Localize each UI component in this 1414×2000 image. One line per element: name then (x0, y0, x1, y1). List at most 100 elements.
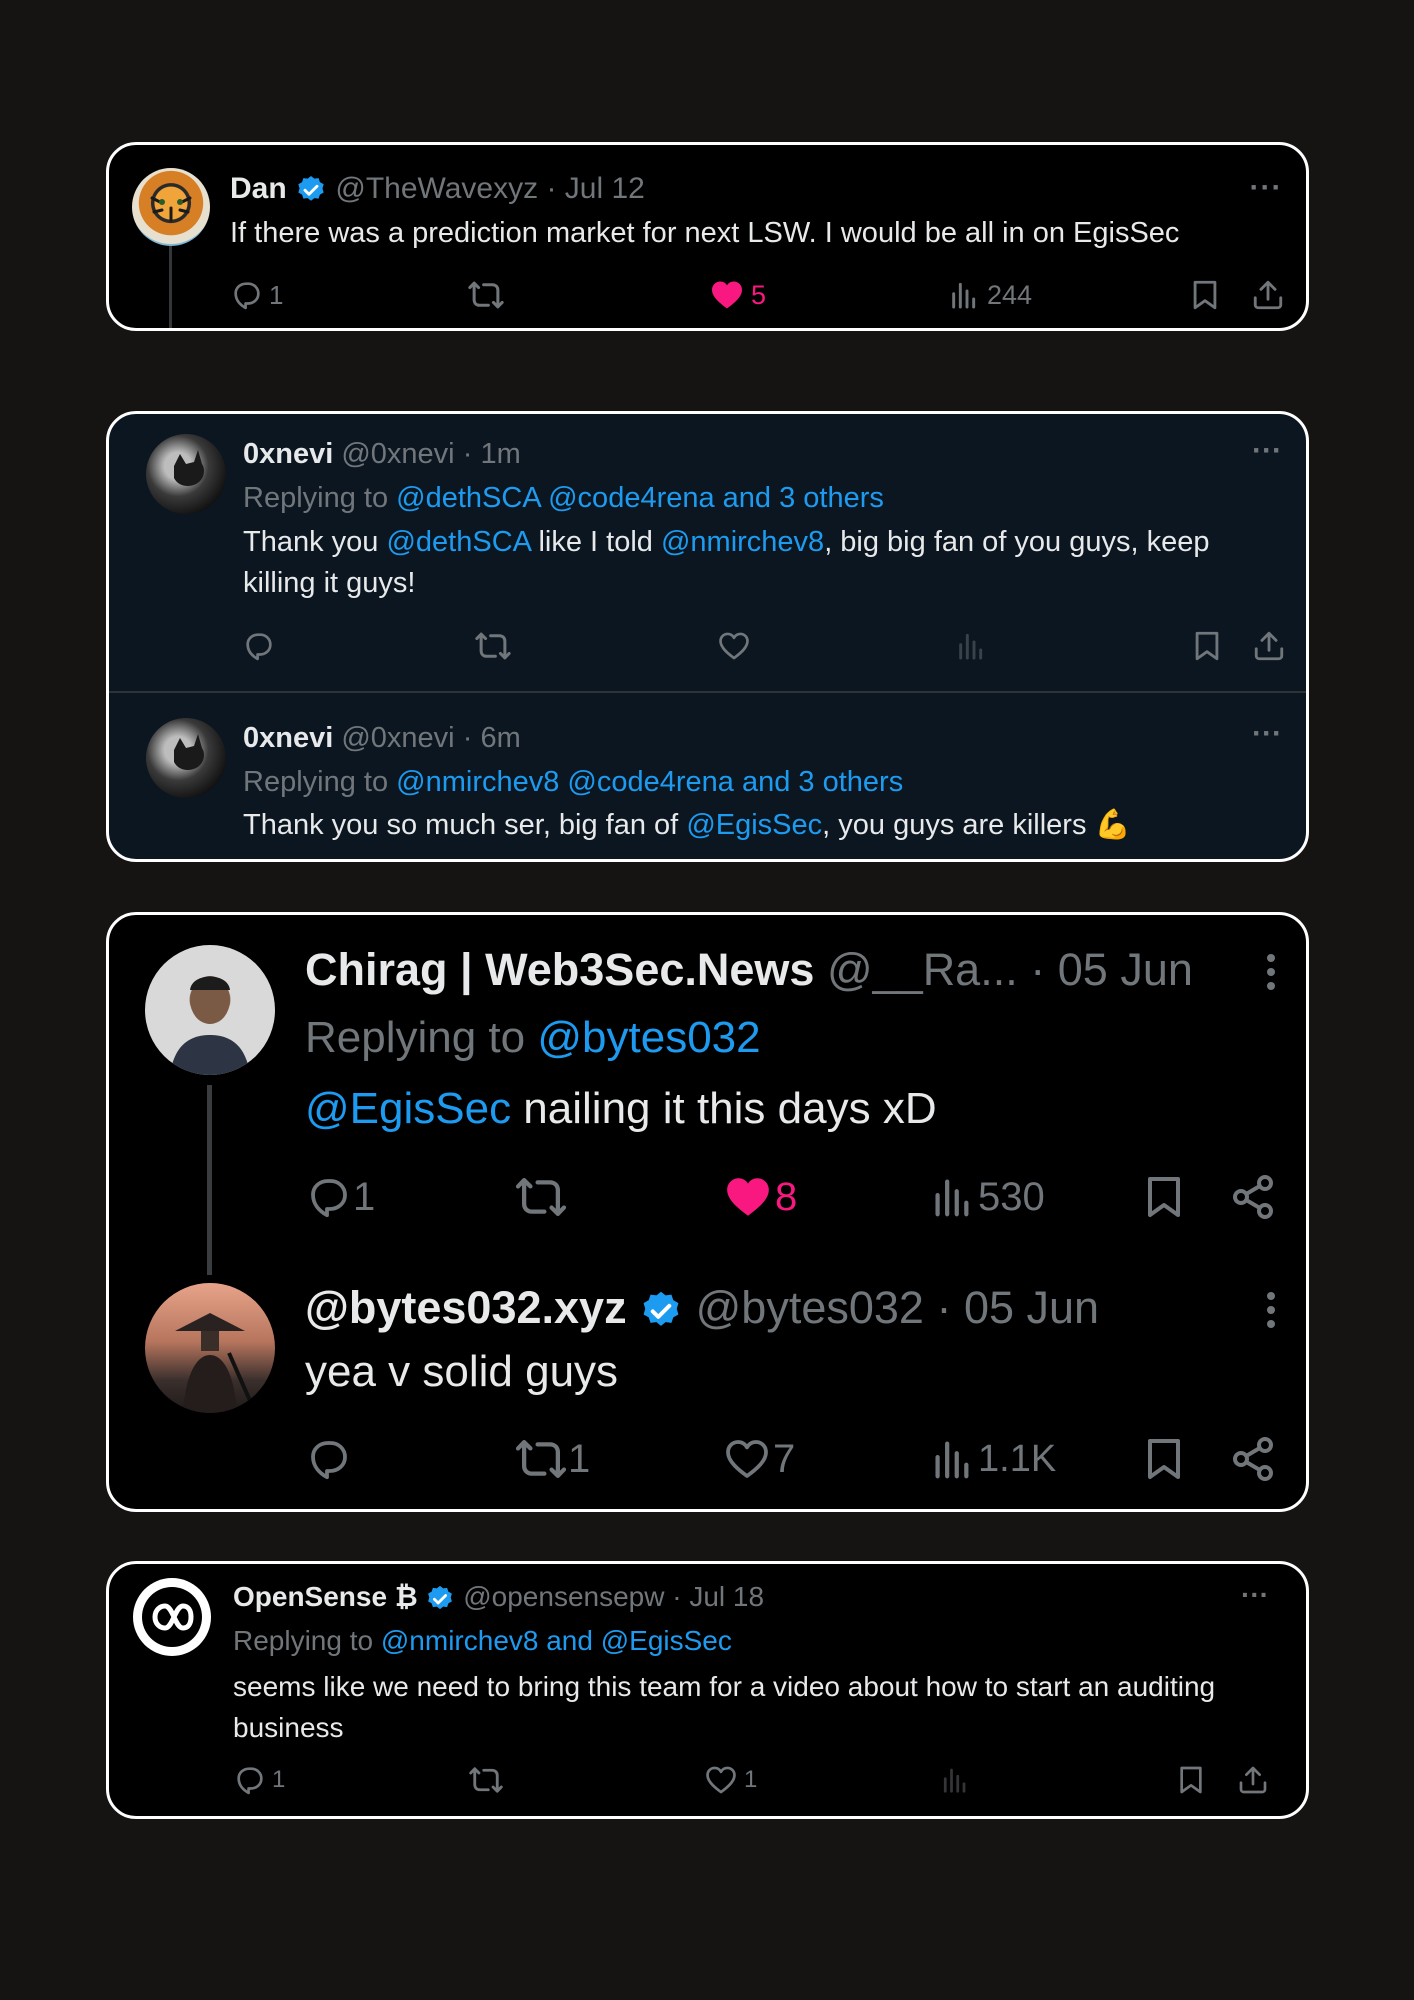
replying-to: Replying to @nmirchev8 @code4rena and 3 … (243, 762, 903, 802)
avatar-opensense[interactable] (133, 1578, 211, 1656)
more-icon[interactable]: ··· (1235, 1579, 1275, 1610)
meta-separator: · (546, 172, 557, 205)
more-icon[interactable]: ··· (1247, 717, 1287, 750)
heart-icon (723, 1435, 771, 1483)
author-name[interactable]: Dan (230, 172, 287, 205)
views-button[interactable] (954, 628, 986, 664)
reply-button[interactable] (242, 628, 276, 664)
opensense-logo-icon (142, 1587, 202, 1647)
replying-targets[interactable]: @nmirchev8 and @EgisSec (381, 1625, 732, 1656)
verified-badge-icon (295, 174, 327, 206)
avatar-0xnevi[interactable] (146, 718, 226, 798)
reply-button[interactable]: 1 (305, 1171, 375, 1223)
reply-button[interactable]: 1 (230, 277, 283, 313)
retweet-button[interactable] (468, 1762, 504, 1798)
tweet-card-0xnevi: 0xnevi @0xnevi · 1m ··· Replying to @det… (106, 411, 1309, 862)
views-icon (928, 1436, 974, 1482)
samurai-icon (175, 1313, 253, 1413)
heart-icon (709, 277, 745, 313)
retweet-button[interactable] (467, 277, 505, 313)
share-upload-icon (1251, 278, 1285, 312)
mention-link[interactable]: @EgisSec (686, 809, 822, 841)
views-button[interactable]: 244 (947, 277, 1032, 313)
bookmark-icon (1188, 278, 1222, 312)
like-button[interactable] (717, 628, 751, 664)
author-handle[interactable]: @0xnevi (341, 722, 454, 754)
views-count: 530 (978, 1174, 1045, 1219)
avatar-tiger[interactable] (132, 168, 210, 246)
replying-prefix: Replying to (233, 1625, 381, 1656)
bookmark-button[interactable] (1175, 1762, 1207, 1798)
mention-link[interactable]: @EgisSec (305, 1084, 511, 1133)
author-handle[interactable]: @bytes032 (696, 1282, 924, 1333)
reply-button[interactable] (305, 1433, 353, 1485)
author-name[interactable]: OpenSense (233, 1581, 387, 1612)
bookmark-icon (1190, 629, 1224, 663)
like-button[interactable]: 5 (709, 277, 766, 313)
like-button[interactable]: 1 (704, 1762, 757, 1798)
author-name[interactable]: 0xnevi (243, 438, 333, 470)
meta-separator: · (672, 1581, 682, 1612)
avatar-chirag[interactable] (145, 945, 275, 1075)
share-button[interactable] (1251, 277, 1285, 313)
heart-icon (723, 1172, 773, 1222)
author-handle[interactable]: @opensensepw (463, 1581, 664, 1612)
reply-icon (305, 1435, 353, 1483)
tweet-header: Dan @TheWavexyz · Jul 12 (230, 169, 645, 209)
views-button[interactable]: 530 (928, 1171, 1045, 1223)
replying-targets[interactable]: @dethSCA @code4rena and 3 others (396, 482, 884, 514)
retweet-button[interactable] (474, 628, 512, 664)
retweet-button[interactable] (514, 1171, 568, 1223)
author-name[interactable]: @bytes032.xyz (305, 1282, 627, 1333)
text-segment: like I told (530, 526, 661, 558)
person-icon (170, 976, 250, 1075)
author-name[interactable]: Chirag | Web3Sec.News (305, 944, 814, 995)
share-button[interactable] (1229, 1171, 1277, 1223)
replying-targets[interactable]: @nmirchev8 @code4rena and 3 others (396, 766, 903, 798)
like-button[interactable]: 7 (723, 1433, 795, 1485)
replying-targets[interactable]: @bytes032 (537, 1013, 760, 1062)
meta-separator: · (462, 722, 473, 754)
avatar-bytes032[interactable] (145, 1283, 275, 1413)
mention-link[interactable]: @nmirchev8 (661, 526, 824, 558)
reply-button[interactable]: 1 (233, 1762, 285, 1798)
like-button[interactable]: 8 (723, 1171, 797, 1223)
tweet-date[interactable]: Jul 18 (689, 1581, 764, 1612)
avatar-0xnevi[interactable] (146, 434, 226, 514)
tweet-time[interactable]: 6m (480, 722, 520, 754)
tweet-date[interactable]: 05 Jun (964, 1282, 1099, 1333)
replying-to: Replying to @bytes032 (305, 1009, 761, 1067)
bookmark-button[interactable] (1188, 277, 1222, 313)
author-name[interactable]: 0xnevi (243, 722, 333, 754)
more-icon[interactable]: ··· (1246, 171, 1286, 204)
tweet-card-dan[interactable]: Dan @TheWavexyz · Jul 12 ··· If there wa… (106, 142, 1309, 331)
share-button[interactable] (1237, 1762, 1269, 1798)
retweet-button[interactable]: 1 (514, 1433, 590, 1485)
replying-prefix: Replying to (305, 1013, 538, 1062)
retweet-icon (474, 627, 512, 665)
mention-link[interactable]: @dethSCA (386, 526, 530, 558)
bookmark-button[interactable] (1190, 628, 1224, 664)
reply-count: 1 (272, 1766, 286, 1793)
more-icon[interactable]: ··· (1247, 434, 1287, 467)
cat-icon (174, 734, 204, 770)
more-vertical-icon[interactable] (1259, 949, 1283, 995)
tweet-time[interactable]: 1m (480, 438, 520, 470)
replying-prefix: Replying to (243, 482, 397, 514)
bookmark-button[interactable] (1140, 1433, 1188, 1485)
author-handle[interactable]: @TheWavexyz (335, 172, 538, 205)
tweet-card-opensense[interactable]: OpenSense ₿ @opensensepw · Jul 18 ··· Re… (106, 1561, 1309, 1819)
heart-icon (717, 629, 751, 663)
views-button[interactable] (939, 1762, 969, 1798)
more-vertical-icon[interactable] (1259, 1287, 1283, 1333)
like-count: 7 (773, 1436, 796, 1481)
author-handle[interactable]: @0xnevi (341, 438, 454, 470)
views-button[interactable]: 1.1K (928, 1433, 1056, 1485)
bookmark-button[interactable] (1140, 1171, 1188, 1223)
tweet-date[interactable]: Jul 12 (565, 172, 645, 205)
tweet-date[interactable]: 05 Jun (1058, 944, 1193, 995)
share-button[interactable] (1229, 1433, 1277, 1485)
author-handle[interactable]: @__Ra... (827, 944, 1018, 995)
share-button[interactable] (1252, 628, 1286, 664)
retweet-icon (467, 276, 505, 314)
